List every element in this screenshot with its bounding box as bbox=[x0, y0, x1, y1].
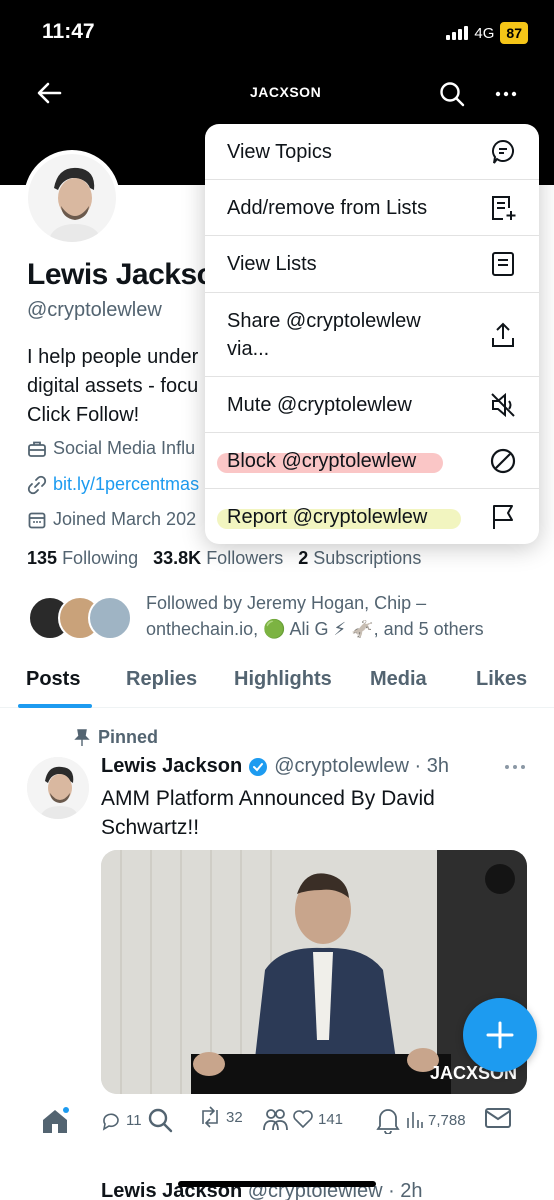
share-icon bbox=[492, 322, 514, 347]
bottom-bar: 11 32 141 7,788 bbox=[0, 1096, 554, 1152]
post-more-icon[interactable] bbox=[503, 760, 527, 774]
tab-highlights[interactable]: Highlights bbox=[234, 668, 332, 691]
tab-replies[interactable]: Replies bbox=[126, 668, 197, 691]
joined-label: Joined March 202 bbox=[53, 509, 197, 529]
avatar-portrait-icon bbox=[27, 757, 89, 819]
menu-item-label: Mute @cryptolewlew bbox=[227, 394, 412, 416]
post-author-avatar[interactable] bbox=[27, 757, 89, 819]
followed-by-line: onthechain.io, 🟢 Ali G ⚡ 🫏, and 5 others bbox=[146, 619, 484, 639]
followed-by-line: Followed by Jeremy Hogan, Chip – bbox=[146, 593, 427, 613]
menu-item-label: Block @cryptolewlew bbox=[227, 450, 417, 472]
profile-joined: Joined March 202 bbox=[27, 509, 196, 530]
profile-avatar[interactable] bbox=[24, 150, 120, 246]
mute-icon bbox=[491, 392, 515, 418]
tab-media[interactable]: Media bbox=[370, 668, 427, 691]
heart-icon bbox=[293, 1110, 313, 1129]
menu-item-view-topics[interactable]: View Topics bbox=[205, 124, 539, 180]
post-text: AMM Platform Announced By David Schwartz… bbox=[101, 787, 435, 839]
avatar bbox=[88, 596, 132, 640]
view-count: 7,788 bbox=[428, 1111, 466, 1129]
menu-item-label: Share @cryptolewlew bbox=[227, 310, 421, 332]
search-icon[interactable] bbox=[146, 1106, 174, 1134]
profile-category: Social Media Influ bbox=[27, 438, 195, 459]
status-time: 11:47 bbox=[42, 20, 95, 43]
home-indicator[interactable] bbox=[178, 1181, 376, 1187]
post-author-name[interactable]: Lewis Jackson bbox=[101, 755, 242, 778]
topics-icon bbox=[492, 139, 514, 164]
repost-count: 32 bbox=[226, 1108, 243, 1126]
pinned-text: Pinned bbox=[98, 727, 159, 747]
followed-by-avatars[interactable] bbox=[28, 596, 136, 640]
battery-icon: 87 bbox=[500, 22, 528, 44]
post-header: Lewis Jackson @cryptolewlew · 3h bbox=[101, 755, 449, 778]
menu-item-view-lists[interactable]: View Lists bbox=[205, 236, 539, 293]
nav-messages[interactable] bbox=[484, 1106, 514, 1130]
menu-item-share[interactable]: Share @cryptolewlew via... bbox=[205, 293, 539, 377]
briefcase-icon bbox=[28, 441, 46, 457]
subscriptions-link[interactable]: 2 Subscriptions bbox=[298, 548, 421, 568]
followed-by-text[interactable]: Followed by Jeremy Hogan, Chip – onthech… bbox=[146, 590, 536, 642]
avatar-portrait-icon bbox=[28, 154, 116, 242]
signal-icon bbox=[446, 26, 469, 40]
mail-icon bbox=[485, 1108, 511, 1128]
follow-stats: 135 Following 33.8K Followers 2 Subscrip… bbox=[27, 548, 421, 569]
nav-home[interactable] bbox=[40, 1106, 70, 1136]
menu-item-add-remove-lists[interactable]: Add/remove from Lists bbox=[205, 180, 539, 236]
back-arrow-icon[interactable] bbox=[36, 80, 62, 106]
profile-link-row: bit.ly/1percentmas bbox=[27, 474, 199, 495]
menu-item-label: via... bbox=[227, 338, 270, 360]
profile-tabs: Posts Replies Highlights Media Likes bbox=[0, 656, 554, 708]
views-icon bbox=[407, 1112, 423, 1128]
flag-icon bbox=[493, 505, 513, 529]
like-count: 141 bbox=[318, 1110, 344, 1128]
verified-badge-icon bbox=[249, 757, 268, 776]
views-button[interactable]: 7,788 bbox=[374, 1106, 466, 1134]
followers-link[interactable]: 33.8K Followers bbox=[153, 548, 283, 568]
pin-icon bbox=[74, 728, 90, 746]
repost-icon bbox=[202, 1106, 218, 1128]
profile-handle: @cryptolewlew bbox=[27, 299, 162, 321]
plus-icon bbox=[486, 1021, 514, 1049]
compose-post-button[interactable] bbox=[463, 998, 537, 1072]
search-icon[interactable] bbox=[438, 80, 466, 108]
pinned-label: Pinned bbox=[74, 727, 158, 748]
status-indicators: 4G 87 bbox=[446, 22, 528, 44]
post-meta: @cryptolewlew · 3h bbox=[274, 755, 449, 777]
calendar-icon bbox=[28, 512, 46, 528]
category-label: Social Media Influ bbox=[53, 438, 196, 458]
block-icon bbox=[490, 448, 516, 474]
profile-display-name: Lewis Jackso bbox=[27, 258, 215, 291]
menu-item-mute[interactable]: Mute @cryptolewlew bbox=[205, 377, 539, 433]
menu-item-label: Add/remove from Lists bbox=[227, 197, 428, 219]
list-add-icon bbox=[492, 196, 516, 220]
list-icon bbox=[492, 252, 514, 276]
likes-button[interactable]: 141 bbox=[262, 1106, 343, 1132]
menu-item-label: View Topics bbox=[227, 141, 332, 163]
communities-icon bbox=[263, 1109, 288, 1131]
more-options-icon[interactable] bbox=[494, 84, 518, 104]
tab-posts[interactable]: Posts bbox=[26, 668, 80, 691]
menu-item-report[interactable]: Report @cryptolewlew bbox=[205, 489, 539, 544]
network-label: 4G bbox=[474, 24, 495, 42]
notifications-bell-icon bbox=[376, 1109, 400, 1134]
reply-icon bbox=[102, 1113, 119, 1131]
reply-count: 11 bbox=[126, 1111, 142, 1129]
link-icon bbox=[27, 475, 47, 494]
repost-button[interactable]: 32 bbox=[198, 1106, 243, 1128]
menu-item-label: Report @cryptolewlew bbox=[227, 506, 428, 528]
sensitive-media-icon[interactable] bbox=[485, 864, 515, 894]
active-tab-indicator bbox=[18, 704, 92, 708]
profile-link[interactable]: bit.ly/1percentmas bbox=[53, 474, 199, 495]
tab-likes[interactable]: Likes bbox=[476, 668, 527, 691]
menu-item-label: View Lists bbox=[227, 253, 317, 275]
menu-item-block[interactable]: Block @cryptolewlew bbox=[205, 433, 539, 489]
reply-button[interactable]: 11 bbox=[100, 1106, 174, 1134]
home-icon bbox=[43, 1107, 69, 1133]
profile-overflow-menu: View Topics Add/remove from Lists View L… bbox=[205, 124, 539, 544]
brand-logo: JACXSON bbox=[250, 84, 322, 100]
following-link[interactable]: 135 Following bbox=[27, 548, 138, 568]
